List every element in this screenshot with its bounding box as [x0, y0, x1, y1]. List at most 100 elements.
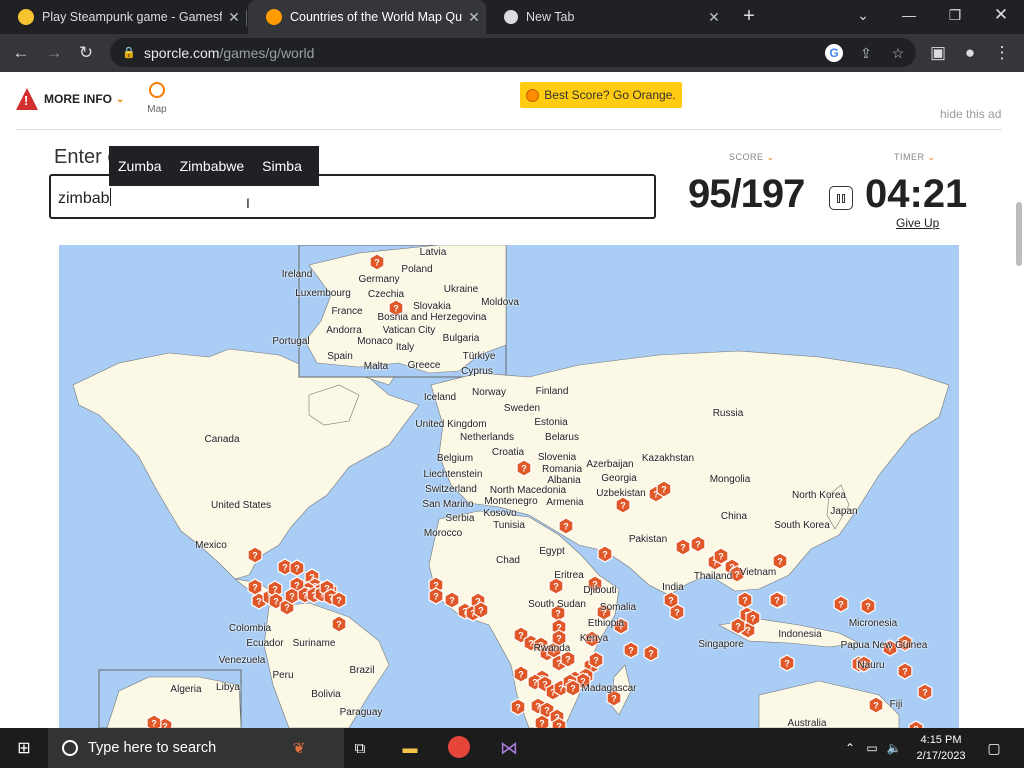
country-label: Djibouti — [583, 585, 617, 596]
new-tab-plus-icon[interactable]: + — [737, 4, 761, 28]
unanswered-country-marker-icon[interactable]: ? — [769, 591, 785, 609]
bookmark-star-icon[interactable]: ☆ — [889, 44, 907, 62]
unanswered-country-marker-icon[interactable]: ? — [597, 545, 613, 563]
unanswered-country-marker-icon[interactable]: ? — [745, 609, 761, 627]
country-label: Andorra — [326, 325, 362, 336]
unanswered-country-marker-icon[interactable]: ? — [558, 517, 574, 535]
visual-studio-icon[interactable]: ⋈ — [497, 736, 521, 760]
unanswered-country-marker-icon[interactable]: ? — [663, 591, 679, 609]
scrollbar-thumb[interactable] — [1016, 202, 1022, 266]
svg-text:?: ? — [750, 614, 756, 624]
unanswered-country-marker-icon[interactable]: ? — [428, 587, 444, 605]
network-icon[interactable]: ▭ — [860, 736, 884, 760]
timer-value: 04:21 — [865, 172, 968, 216]
svg-text:?: ? — [774, 596, 780, 606]
more-info-button[interactable]: MORE INFO ⌄ — [16, 88, 124, 110]
unanswered-country-marker-icon[interactable]: ? — [779, 654, 795, 672]
tray-chevron-up-icon[interactable]: ⌃ — [838, 736, 862, 760]
country-label: Monaco — [357, 336, 393, 347]
close-tab-icon[interactable]: ✕ — [702, 9, 726, 26]
pause-button[interactable] — [829, 186, 853, 210]
country-label: China — [720, 511, 748, 522]
menu-kebab-icon[interactable]: ⋮ — [990, 41, 1014, 65]
google-lens-icon[interactable]: G — [825, 44, 843, 62]
country-label: Venezuela — [218, 655, 266, 666]
tab-new-tab[interactable]: New Tab ✕ — [486, 0, 726, 34]
country-label: Morocco — [423, 528, 463, 539]
svg-text:?: ? — [336, 596, 342, 606]
task-view-icon[interactable]: ⧉ — [348, 736, 372, 760]
unanswered-country-marker-icon[interactable]: ? — [730, 617, 746, 635]
url-text[interactable]: sporcle.com/games/g/world — [144, 45, 314, 61]
hide-ad-link[interactable]: hide this ad — [940, 107, 1001, 121]
unanswered-country-marker-icon[interactable]: ? — [860, 597, 876, 615]
svg-text:?: ? — [555, 609, 561, 619]
close-tab-icon[interactable]: ✕ — [462, 9, 486, 26]
system-clock[interactable]: 4:15 PM 2/17/2023 — [910, 732, 972, 764]
unanswered-country-marker-icon[interactable]: ? — [588, 651, 604, 669]
give-up-link[interactable]: Give Up — [896, 216, 939, 230]
country-label: Luxembourg — [295, 288, 351, 299]
unanswered-country-marker-icon[interactable]: ? — [247, 546, 263, 564]
reload-icon[interactable]: ↻ — [74, 41, 98, 65]
unanswered-country-marker-icon[interactable]: ? — [623, 641, 639, 659]
unanswered-country-marker-icon[interactable]: ? — [284, 587, 300, 605]
volume-icon[interactable]: 🔈 — [882, 736, 906, 760]
side-panel-icon[interactable]: ▣ — [926, 41, 950, 65]
unanswered-country-marker-icon[interactable]: ? — [713, 547, 729, 565]
close-tab-icon[interactable]: ✕ — [222, 9, 246, 26]
country-label: Somalia — [599, 602, 637, 613]
unanswered-country-marker-icon[interactable]: ? — [331, 615, 347, 633]
map-button[interactable]: Map — [146, 82, 168, 115]
unanswered-country-marker-icon[interactable]: ? — [289, 559, 305, 577]
unanswered-country-marker-icon[interactable]: ? — [656, 480, 672, 498]
unanswered-country-marker-icon[interactable]: ? — [473, 601, 489, 619]
country-label: Cyprus — [461, 366, 493, 377]
svg-text:?: ? — [518, 631, 524, 641]
tab-countries-quiz[interactable]: Countries of the World Map Quiz ✕ — [248, 0, 486, 34]
svg-text:?: ? — [563, 522, 569, 532]
back-arrow-icon[interactable]: ← — [9, 41, 33, 65]
unanswered-country-marker-icon[interactable]: ? — [247, 578, 263, 596]
windows-start-icon[interactable]: ⊞ — [12, 736, 36, 760]
suggestion-item[interactable]: Simba — [253, 158, 311, 174]
chrome-icon[interactable] — [448, 736, 470, 758]
forward-arrow-icon[interactable]: → — [42, 41, 66, 65]
unanswered-country-marker-icon[interactable]: ? — [897, 662, 913, 680]
close-window-icon[interactable]: ✕ — [978, 0, 1024, 30]
best-score-banner[interactable]: Best Score? Go Orange. — [520, 82, 682, 108]
address-bar[interactable]: 🔒 sporcle.com/games/g/world — [110, 38, 916, 67]
suggestion-item[interactable]: Zimbabwe — [171, 158, 254, 174]
unanswered-country-marker-icon[interactable]: ? — [690, 535, 706, 553]
country-label: Spain — [327, 351, 353, 362]
unanswered-country-marker-icon[interactable]: ? — [369, 253, 385, 271]
tab-steampunk[interactable]: Play Steampunk game - Gamesfl ✕ — [0, 0, 246, 34]
country-label: Indonesia — [778, 629, 822, 640]
tab-search-chevron-icon[interactable]: ⌄ — [840, 0, 886, 30]
unanswered-country-marker-icon[interactable]: ? — [513, 665, 529, 683]
unanswered-country-marker-icon[interactable]: ? — [331, 591, 347, 609]
unanswered-country-marker-icon[interactable]: ? — [737, 591, 753, 609]
unanswered-country-marker-icon[interactable]: ? — [868, 696, 884, 714]
unanswered-country-marker-icon[interactable]: ? — [615, 496, 631, 514]
file-explorer-icon[interactable]: ▬ — [398, 736, 422, 760]
world-map[interactable]: ????????????????????????????????????????… — [59, 245, 959, 728]
svg-text:?: ? — [620, 501, 626, 511]
restore-icon[interactable]: ❐ — [932, 0, 978, 30]
minimize-icon[interactable]: — — [886, 0, 932, 30]
unanswered-country-marker-icon[interactable]: ? — [917, 683, 933, 701]
unanswered-country-marker-icon[interactable]: ? — [675, 538, 691, 556]
unanswered-country-marker-icon[interactable]: ? — [516, 459, 532, 477]
unanswered-country-marker-icon[interactable]: ? — [444, 591, 460, 609]
unanswered-country-marker-icon[interactable]: ? — [510, 698, 526, 716]
unanswered-country-marker-icon[interactable]: ? — [643, 644, 659, 662]
profile-avatar-icon[interactable]: ● — [958, 41, 982, 65]
search-placeholder: Type here to search — [88, 740, 217, 756]
suggestion-item[interactable]: Zumba — [109, 158, 171, 174]
country-label: Bolivia — [311, 689, 341, 700]
share-icon[interactable]: ⇪ — [857, 44, 875, 62]
unanswered-country-marker-icon[interactable]: ? — [833, 595, 849, 613]
notification-icon[interactable]: ▢ — [982, 736, 1006, 760]
unanswered-country-marker-icon[interactable]: ? — [565, 679, 581, 697]
svg-text:?: ? — [273, 597, 279, 607]
